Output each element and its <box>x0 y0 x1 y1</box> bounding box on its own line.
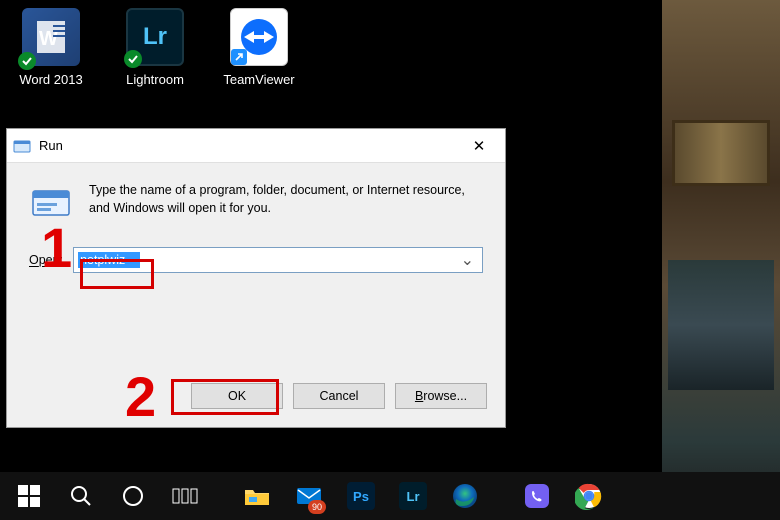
desktop-icon-label: Word 2013 <box>19 72 82 87</box>
annotation-box-input <box>80 259 154 289</box>
taskbar-viber[interactable] <box>512 472 562 520</box>
search-icon <box>69 484 93 508</box>
taskbar: 90 Ps Lr <box>0 472 780 520</box>
teamviewer-icon <box>230 8 288 66</box>
start-button[interactable] <box>4 472 54 520</box>
folder-icon <box>243 484 271 508</box>
annotation-box-ok <box>171 379 279 415</box>
close-icon: ✕ <box>473 137 486 155</box>
shortcut-arrow-icon <box>231 49 247 65</box>
run-description: Type the name of a program, folder, docu… <box>89 181 483 225</box>
chrome-icon <box>575 482 603 510</box>
word-icon: W <box>22 8 80 66</box>
run-title-icon <box>13 137 31 155</box>
desktop-icon-teamviewer[interactable]: TeamViewer <box>214 8 304 87</box>
taskbar-chrome[interactable] <box>564 472 614 520</box>
sync-check-icon <box>124 50 142 68</box>
desktop-icon-label: Lightroom <box>126 72 184 87</box>
cortana-icon <box>121 484 145 508</box>
annotation-step-1: 1 <box>41 215 72 280</box>
run-body: Type the name of a program, folder, docu… <box>7 163 505 285</box>
cancel-button[interactable]: Cancel <box>293 383 385 409</box>
run-title: Run <box>39 138 459 153</box>
desktop-icon-label: TeamViewer <box>223 72 294 87</box>
mail-badge: 90 <box>308 500 326 514</box>
photoshop-icon: Ps <box>347 482 375 510</box>
desktop-icon-lightroom[interactable]: Lr Lightroom <box>110 8 200 87</box>
desktop-icons-area: W Word 2013 Lr Lightroom TeamViewer <box>6 8 304 87</box>
desktop-wallpaper-strip <box>660 0 780 520</box>
task-view-button[interactable] <box>160 472 210 520</box>
annotation-step-2: 2 <box>125 364 156 429</box>
taskbar-edge[interactable] <box>440 472 490 520</box>
windows-icon <box>18 485 40 507</box>
edge-icon <box>451 482 479 510</box>
sync-check-icon <box>18 52 36 70</box>
chevron-down-icon[interactable]: ⌄ <box>457 250 478 270</box>
taskbar-lightroom[interactable]: Lr <box>388 472 438 520</box>
cortana-button[interactable] <box>108 472 158 520</box>
viber-icon <box>523 482 551 510</box>
close-button[interactable]: ✕ <box>459 133 499 159</box>
taskbar-photoshop[interactable]: Ps <box>336 472 386 520</box>
search-button[interactable] <box>56 472 106 520</box>
task-view-icon <box>172 486 198 506</box>
taskbar-file-explorer[interactable] <box>232 472 282 520</box>
taskbar-mail[interactable]: 90 <box>284 472 334 520</box>
lightroom-icon: Lr <box>126 8 184 66</box>
run-dialog: Run ✕ Type the name of a program, folder… <box>6 128 506 428</box>
run-titlebar[interactable]: Run ✕ <box>7 129 505 163</box>
browse-button[interactable]: Browse... <box>395 383 487 409</box>
desktop-icon-word[interactable]: W Word 2013 <box>6 8 96 87</box>
lightroom-icon: Lr <box>399 482 427 510</box>
